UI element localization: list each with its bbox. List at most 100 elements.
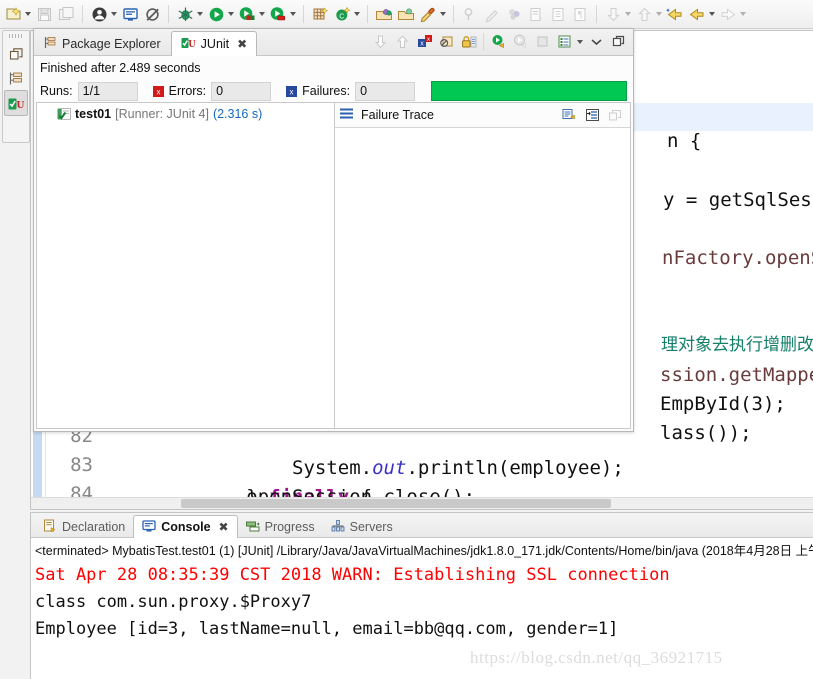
back-dropdown-caret[interactable]	[709, 12, 715, 16]
editor-comment-fragment: 理对象去执行增删改	[661, 335, 813, 355]
view-menu-caret[interactable]	[577, 39, 583, 44]
show-whitespace-icon: ¶	[569, 3, 591, 25]
console-icon	[142, 519, 156, 536]
tab-label: JUnit	[200, 37, 230, 51]
close-icon[interactable]: ✖	[237, 38, 247, 50]
user-account-dropdown-caret[interactable]	[111, 12, 117, 16]
search-dropdown-caret[interactable]	[440, 12, 446, 16]
scroll-lock-icon[interactable]	[458, 31, 479, 52]
svg-text:U: U	[16, 99, 24, 111]
package-explorer-icon	[44, 36, 57, 52]
debug-dropdown-caret[interactable]	[197, 12, 203, 16]
toolbar-group-file	[0, 0, 79, 28]
new-class-icon[interactable]: C	[331, 3, 353, 25]
run-icon[interactable]	[205, 3, 227, 25]
failure-trace-pane[interactable]: Failure Trace	[334, 102, 631, 429]
main-toolbar: C ¶	[0, 0, 813, 29]
view-menu-icon[interactable]	[554, 31, 575, 52]
forward-icon	[717, 3, 739, 25]
console-line: Sat Apr 28 08:35:39 CST 2018 WARN: Estab…	[35, 565, 670, 585]
toolbar-separator	[453, 5, 454, 23]
open-type-icon[interactable]	[373, 3, 395, 25]
filter-stacktrace-icon[interactable]	[582, 105, 603, 126]
last-edit-location-icon[interactable]	[664, 3, 686, 25]
console-launch-label: <terminated> MybatisTest.test01 (1) [JUn…	[35, 544, 813, 558]
tab-label: Package Explorer	[62, 37, 161, 51]
compare-result-icon[interactable]	[559, 105, 580, 126]
search-icon[interactable]	[417, 3, 439, 25]
toolbar-group-account	[86, 0, 165, 28]
tab-progress[interactable]: Progress	[238, 516, 323, 538]
run-server-dropdown-caret[interactable]	[290, 12, 296, 16]
console-output[interactable]: Sat Apr 28 08:35:39 CST 2018 WARN: Estab…	[31, 559, 813, 643]
rerun-test-icon[interactable]	[488, 31, 509, 52]
editor-code-fragment: EmpById(3);	[660, 393, 786, 415]
failure-trace-content[interactable]	[335, 128, 630, 428]
svg-text:U: U	[188, 39, 195, 50]
toolbar-separator	[483, 32, 484, 51]
fast-view-bar[interactable]: U	[2, 30, 30, 143]
test-tree-row[interactable]: test01 [Runner: JUnit 4] (2.316 s)	[37, 103, 334, 121]
run-dropdown-caret[interactable]	[228, 12, 234, 16]
failure-trace-tools	[559, 105, 626, 126]
run-coverage-icon[interactable]	[236, 3, 258, 25]
toolbar-group-navigation	[600, 0, 750, 28]
runs-label: Runs:	[40, 84, 73, 98]
editor-code-fragment: nFactory.openSe	[662, 247, 813, 269]
show-failures-only-icon[interactable]: x x	[414, 31, 435, 52]
new-wizard-icon[interactable]	[2, 3, 24, 25]
next-failure-icon[interactable]	[370, 31, 391, 52]
console-window-icon[interactable]	[119, 3, 141, 25]
show-ignored-icon[interactable]	[436, 31, 457, 52]
fastbar-junit[interactable]: U	[4, 90, 28, 116]
failure-marker-icon: x	[285, 85, 298, 98]
debug-icon[interactable]	[174, 3, 196, 25]
new-package-icon[interactable]	[309, 3, 331, 25]
back-icon[interactable]	[686, 3, 708, 25]
toolbar-separator	[303, 5, 304, 23]
runs-value: 1/1	[77, 81, 138, 101]
failures-label: Failures:	[302, 84, 351, 98]
junit-content: test01 [Runner: JUnit 4] (2.316 s) Failu…	[34, 102, 633, 431]
editor-code-fragment: y = getSqlSessi	[663, 189, 813, 211]
previous-failure-icon[interactable]	[392, 31, 413, 52]
restore-icon	[605, 105, 626, 126]
junit-view[interactable]: Package Explorer U JUnit ✖ x x Finished …	[33, 28, 634, 432]
close-icon[interactable]: ✖	[219, 521, 229, 533]
errors-value: 0	[211, 81, 272, 101]
watermark-text: https://blog.csdn.net/qq_36921715	[470, 648, 723, 667]
editor-scrollbar-thumb[interactable]	[181, 499, 611, 508]
minimize-icon[interactable]	[586, 31, 607, 52]
test-passed-icon	[57, 107, 71, 121]
user-account-icon[interactable]	[88, 3, 110, 25]
toolbar-group-open	[371, 0, 450, 28]
toolbar-separator	[367, 5, 368, 23]
servers-icon	[331, 519, 345, 536]
previous-annotation-dropdown-caret	[656, 12, 662, 16]
toolbar-group-run	[172, 0, 300, 28]
failure-trace-icon	[339, 107, 354, 123]
junit-view-tabbar: Package Explorer U JUnit ✖ x x	[34, 29, 633, 56]
run-coverage-dropdown-caret[interactable]	[259, 12, 265, 16]
tab-junit[interactable]: U JUnit ✖	[170, 31, 258, 56]
new-wizard-dropdown-caret[interactable]	[25, 12, 31, 16]
fastbar-package-explorer[interactable]	[5, 66, 27, 90]
editor-horizontal-scrollbar[interactable]	[31, 497, 813, 509]
new-class-dropdown-caret[interactable]	[354, 12, 360, 16]
tab-package-explorer[interactable]: Package Explorer	[34, 31, 171, 56]
restore-view-icon[interactable]	[5, 42, 27, 66]
fast-view-grip[interactable]	[9, 34, 23, 38]
tab-console[interactable]: Console ✖	[133, 515, 238, 538]
test-tree-pane[interactable]: test01 [Runner: JUnit 4] (2.316 s)	[36, 102, 334, 429]
code-segment-field: out	[372, 457, 407, 479]
pencil-icon	[481, 3, 503, 25]
colors-icon	[503, 3, 525, 25]
open-task-icon[interactable]	[395, 3, 417, 25]
maximize-icon[interactable]	[608, 31, 629, 52]
toolbar-separator	[168, 5, 169, 23]
toolbar-separator	[596, 5, 597, 23]
tab-servers[interactable]: Servers	[323, 516, 401, 538]
run-server-icon[interactable]	[267, 3, 289, 25]
tab-declaration[interactable]: Declaration	[35, 516, 133, 538]
skip-breakpoints-icon[interactable]	[141, 3, 163, 25]
